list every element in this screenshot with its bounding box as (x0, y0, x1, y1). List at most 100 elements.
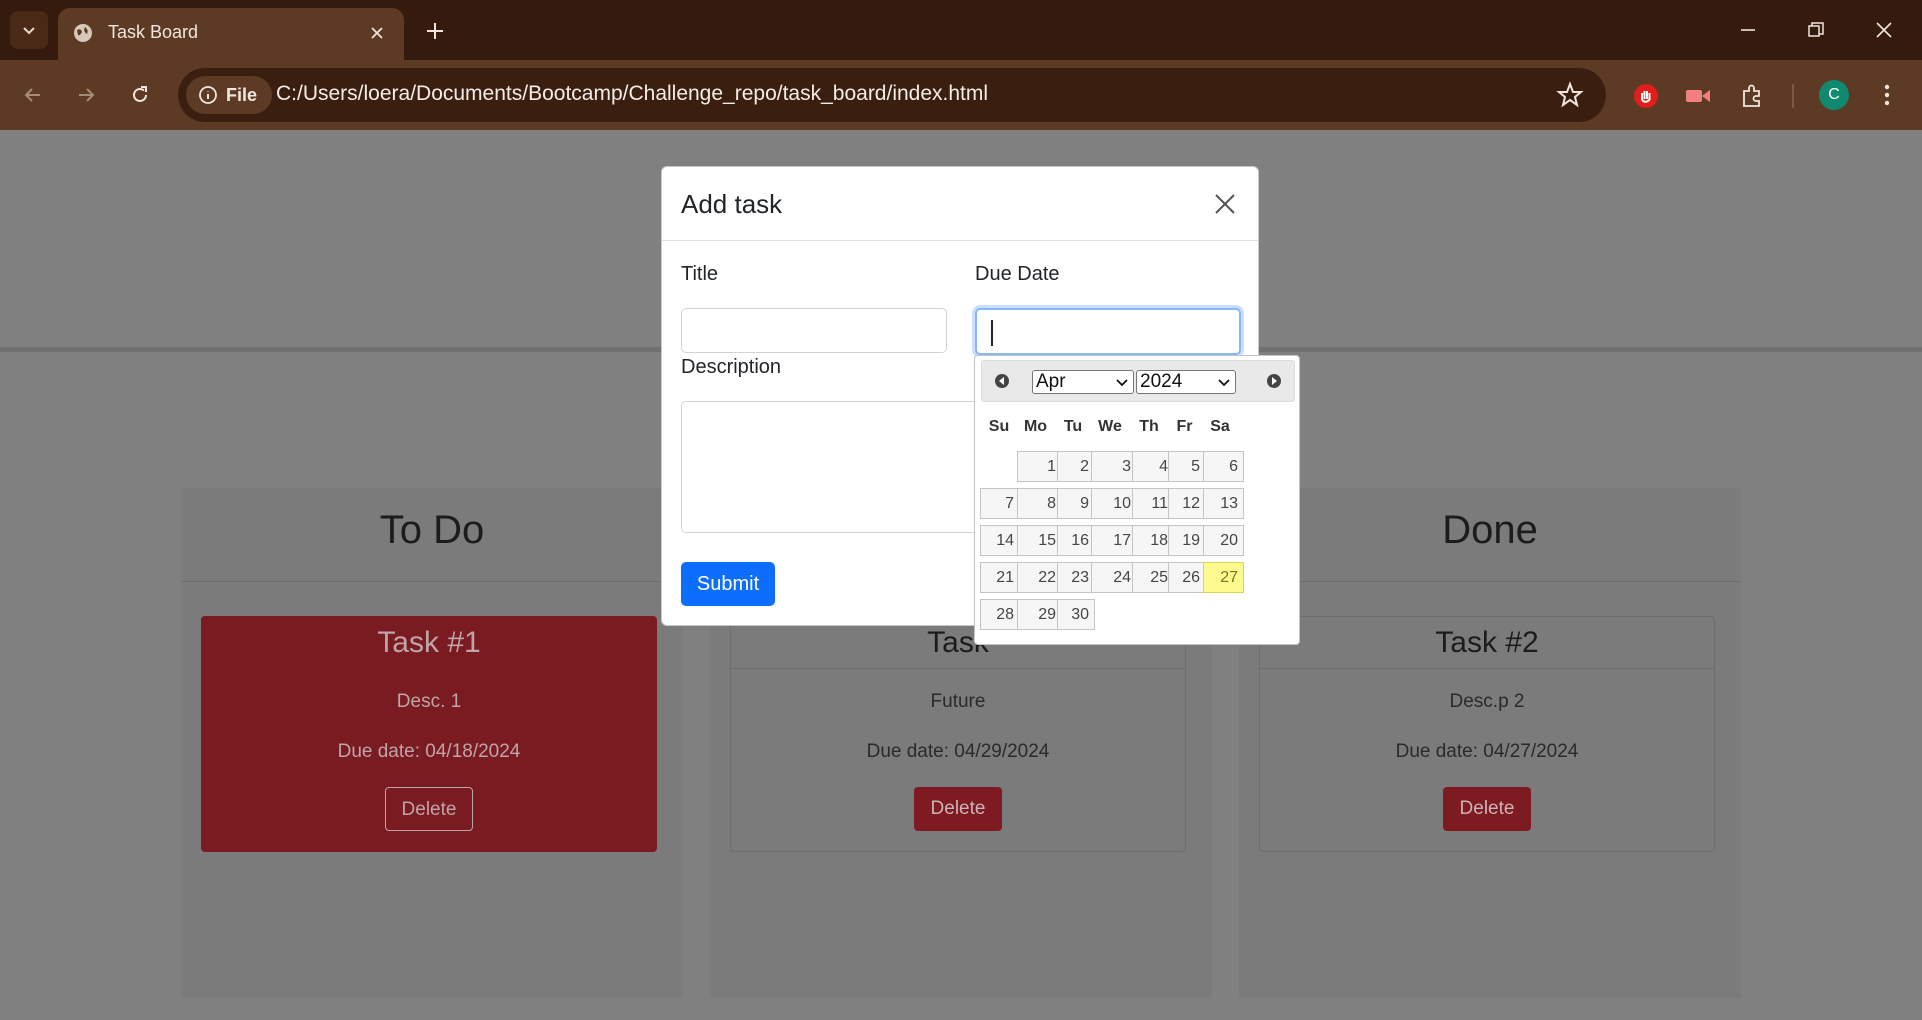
calendar-day[interactable]: 13 (1203, 488, 1244, 519)
close-window-button[interactable] (1856, 10, 1912, 50)
calendar-day[interactable]: 17 (1091, 525, 1137, 556)
url-chip-label: File (226, 84, 258, 105)
delete-task-button[interactable]: Delete (914, 787, 1002, 831)
calendar-day[interactable]: 14 (980, 525, 1020, 556)
datepicker: Apr 2024 Su Mo Tu We Th Fr Sa 1 2 3 4 5 6 7 8 9 10 11 12 13… (974, 355, 1300, 645)
calendar-day[interactable]: 9 (1057, 488, 1095, 519)
due-date-label: Due Date (975, 263, 1060, 285)
weekday-header: Fr (1176, 418, 1193, 435)
calendar-day[interactable]: 21 (980, 562, 1020, 593)
submit-button[interactable]: Submit (681, 562, 775, 606)
browser-tab[interactable]: Task Board (58, 8, 404, 60)
calendar-day[interactable]: 15 (1017, 525, 1062, 556)
lane-divider (1239, 581, 1741, 582)
year-select[interactable]: 2024 (1136, 370, 1236, 394)
url-text[interactable]: C:/Users/loera/Documents/Bootcamp/Challe… (276, 82, 988, 106)
calendar-day[interactable]: 26 (1168, 562, 1206, 593)
browser-tabstrip: Task Board (0, 0, 1922, 60)
close-icon (1876, 22, 1892, 38)
site-info-chip[interactable]: File (186, 76, 272, 114)
modal-close-button[interactable] (1208, 187, 1242, 221)
tab-close-button[interactable] (364, 20, 390, 46)
restore-button[interactable] (1788, 10, 1844, 50)
weekday-header: Su (988, 418, 1010, 435)
arrow-left-icon (24, 88, 40, 102)
title-label: Title (681, 263, 719, 285)
description-textarea[interactable] (681, 401, 981, 533)
weekday-header: Th (1139, 418, 1159, 435)
address-bar[interactable]: File C:/Users/loera/Documents/Bootcamp/C… (178, 68, 1606, 122)
calendar-day[interactable]: 16 (1057, 525, 1095, 556)
calendar-day[interactable]: 22 (1017, 562, 1062, 593)
calendar-day[interactable]: 28 (980, 599, 1020, 630)
arrow-right-icon (79, 88, 95, 102)
calendar-day[interactable]: 19 (1168, 525, 1206, 556)
calendar-day[interactable]: 5 (1168, 451, 1206, 482)
description-label: Description (681, 356, 782, 378)
back-button[interactable] (13, 75, 53, 115)
title-input[interactable] (681, 308, 947, 353)
task-due-date: Due date: 04/27/2024 (1395, 741, 1579, 762)
puzzle-icon (1743, 84, 1760, 107)
browser-menu-button[interactable] (1872, 78, 1902, 112)
text-caret (991, 320, 993, 346)
extensions-button[interactable] (1736, 80, 1768, 112)
plus-icon (427, 23, 443, 39)
globe-icon (74, 24, 92, 42)
calendar-day[interactable]: 23 (1057, 562, 1095, 593)
delete-task-button[interactable]: Delete (1443, 787, 1531, 831)
calendar-day[interactable]: 30 (1057, 599, 1095, 630)
delete-task-button[interactable]: Delete (385, 787, 473, 831)
calendar-day[interactable]: 20 (1203, 525, 1244, 556)
close-icon (371, 27, 383, 39)
forward-button[interactable] (66, 75, 106, 115)
hand-stop-icon (1634, 84, 1658, 108)
calendar-day[interactable]: 3 (1091, 451, 1137, 482)
month-select-value: Apr (1036, 371, 1066, 392)
month-select[interactable]: Apr (1032, 370, 1134, 394)
lane-divider (181, 581, 683, 582)
new-tab-button[interactable] (420, 16, 450, 46)
extension-record-button[interactable] (1682, 80, 1714, 112)
task-card[interactable]: Task #1 Desc. 1 Due date: 04/18/2024 Del… (201, 616, 657, 852)
modal-title: Add task (681, 189, 783, 219)
minimize-button[interactable] (1720, 10, 1776, 50)
task-due-date: Due date: 04/18/2024 (337, 741, 521, 762)
task-description: Future (930, 691, 986, 712)
profile-avatar[interactable]: C (1819, 80, 1849, 110)
calendar-day[interactable]: 6 (1203, 451, 1244, 482)
bookmark-star-icon[interactable] (1556, 81, 1584, 109)
more-vertical-icon (1884, 84, 1890, 106)
chevron-down-icon (1218, 379, 1230, 387)
calendar-day[interactable]: 2 (1057, 451, 1095, 482)
prev-month-icon[interactable] (992, 371, 1012, 391)
calendar-day[interactable]: 24 (1091, 562, 1137, 593)
lane-title: Done (1442, 508, 1538, 552)
weekday-header: We (1098, 418, 1122, 435)
next-month-icon[interactable] (1264, 371, 1284, 391)
calendar-day[interactable]: 12 (1168, 488, 1206, 519)
task-due-date: Due date: 04/29/2024 (866, 741, 1050, 762)
calendar-day[interactable]: 29 (1017, 599, 1062, 630)
tab-search-button[interactable] (10, 11, 48, 49)
task-description: Desc. 1 (396, 691, 462, 712)
weekday-header: Tu (1063, 418, 1083, 435)
reload-button[interactable] (120, 75, 160, 115)
chevron-down-icon (1116, 379, 1128, 387)
task-card[interactable]: Task #2 Desc.p 2 Due date: 04/27/2024 De… (1259, 616, 1715, 852)
close-icon (1215, 194, 1235, 214)
lane-title: To Do (379, 508, 485, 552)
restore-icon (1808, 22, 1824, 37)
extension-stop-button[interactable] (1630, 80, 1662, 112)
weekday-header: Sa (1210, 418, 1230, 435)
task-card[interactable]: Task Future Due date: 04/29/2024 Delete (730, 616, 1186, 852)
calendar-day[interactable]: 10 (1091, 488, 1137, 519)
weekday-header: Mo (1023, 418, 1048, 435)
calendar-day[interactable]: 7 (980, 488, 1020, 519)
due-date-input[interactable] (975, 308, 1241, 355)
lane-todo: To Do Task #1 Desc. 1 Due date: 04/18/20… (181, 488, 683, 998)
calendar-day[interactable]: 8 (1017, 488, 1062, 519)
calendar-day[interactable]: 1 (1017, 451, 1062, 482)
calendar-day-today[interactable]: 27 (1203, 562, 1244, 593)
info-icon (199, 86, 217, 104)
